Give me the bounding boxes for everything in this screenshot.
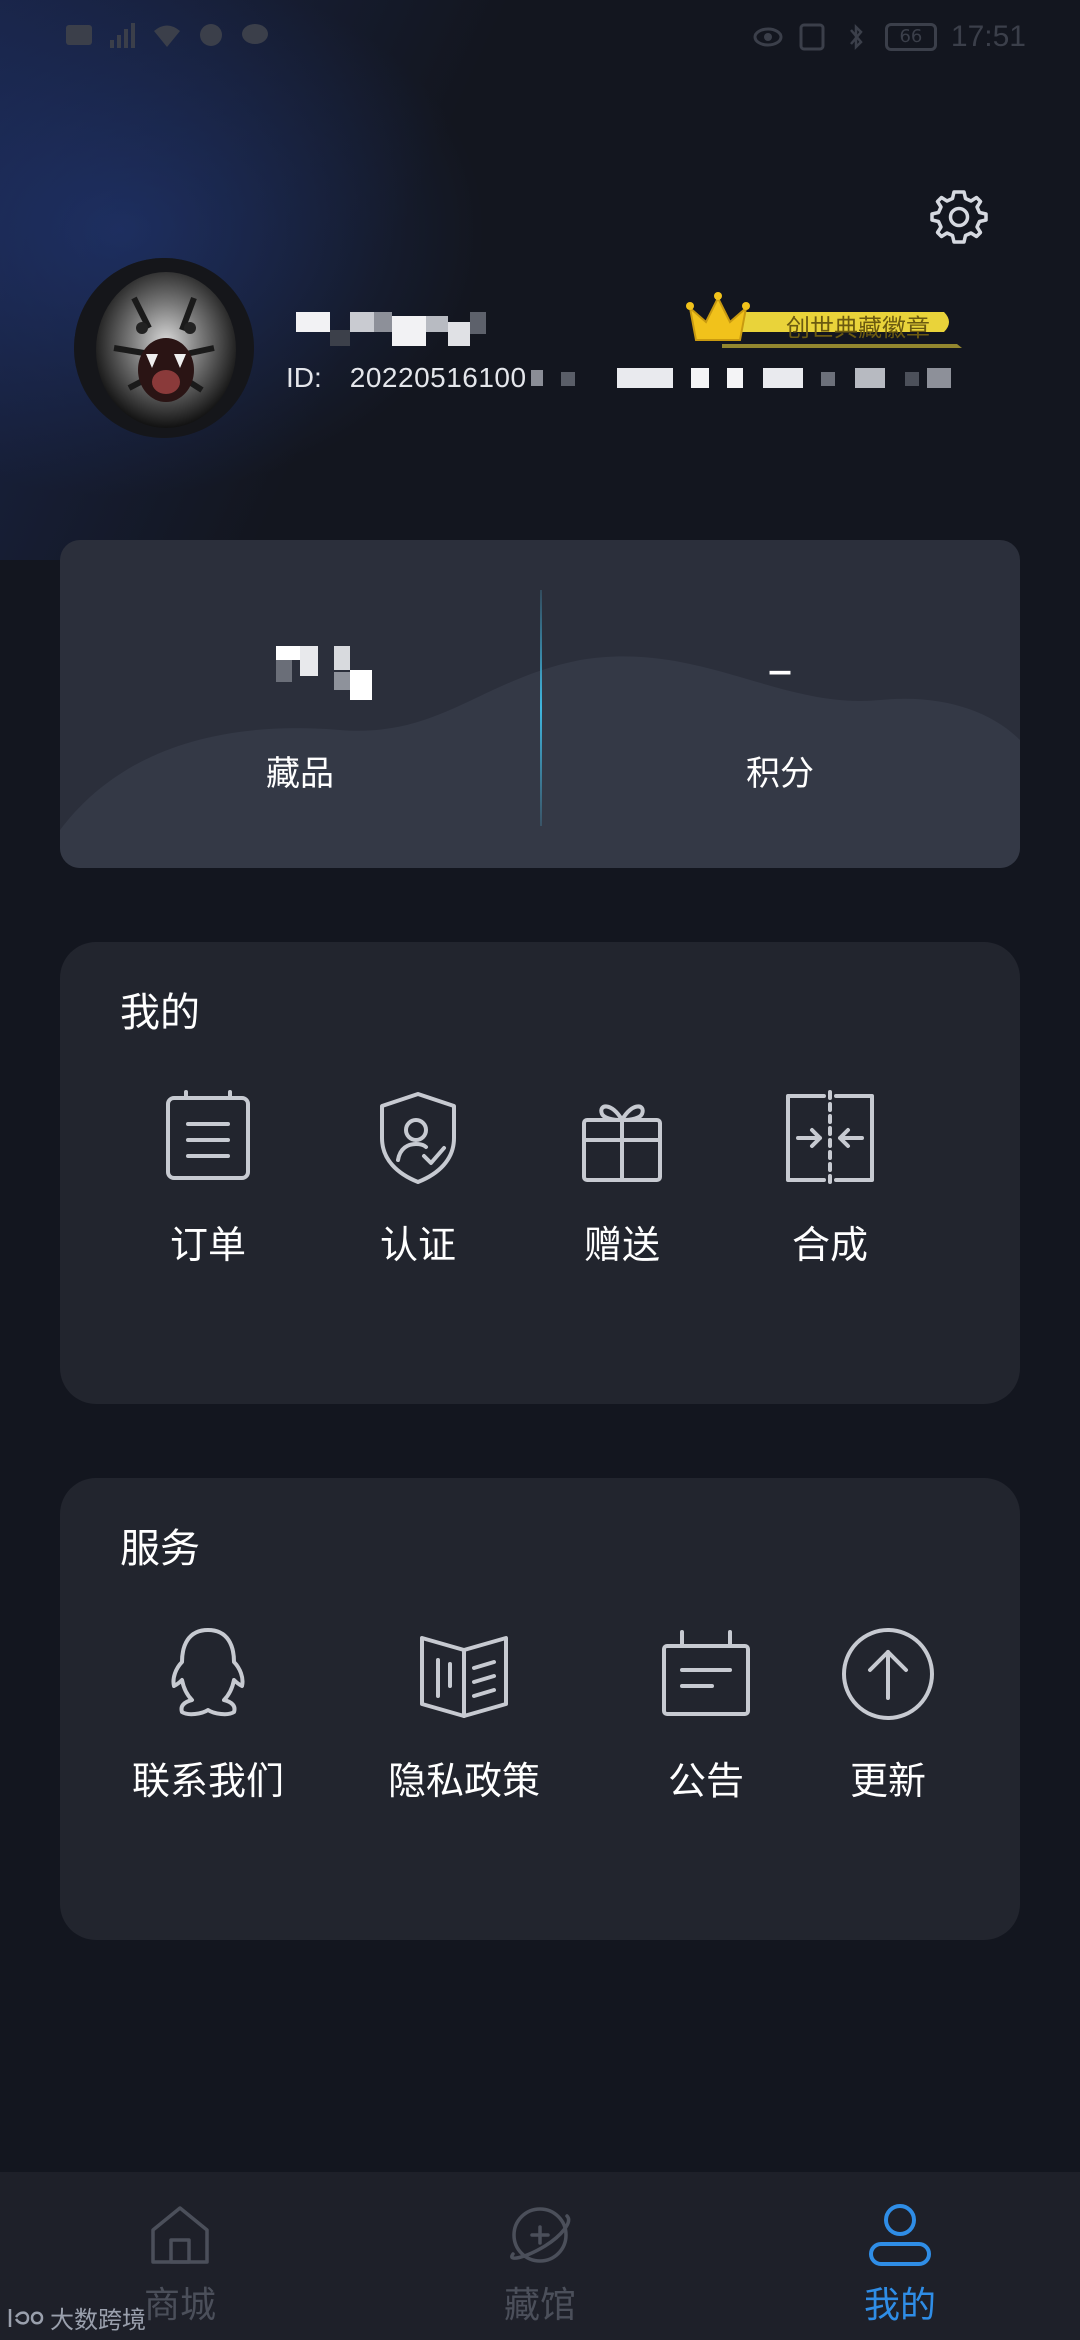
home-icon bbox=[151, 2206, 209, 2264]
id-redacted bbox=[530, 368, 951, 388]
collections-count-redacted bbox=[276, 646, 372, 700]
points-value: – bbox=[767, 640, 793, 700]
avatar[interactable] bbox=[74, 258, 254, 438]
tab-label: 藏馆 bbox=[503, 2285, 576, 2326]
username-redacted bbox=[296, 312, 486, 346]
mine-item-order[interactable]: 订单 bbox=[128, 1088, 288, 1269]
eye-icon bbox=[753, 27, 783, 47]
book-icon bbox=[420, 1636, 508, 1718]
mine-item-label: 赠送 bbox=[583, 1223, 660, 1267]
points-label: 积分 bbox=[746, 754, 814, 794]
tiger-avatar-image bbox=[74, 258, 254, 438]
clock: 17:51 bbox=[950, 20, 1026, 53]
mine-item-label: 合成 bbox=[791, 1223, 868, 1267]
user-icon bbox=[869, 2204, 931, 2266]
verify-icon bbox=[380, 1092, 456, 1184]
wifi-icon bbox=[154, 25, 180, 47]
mine-item-gift[interactable]: 赠送 bbox=[542, 1088, 702, 1269]
mine-section-title: 我的 bbox=[120, 990, 200, 1036]
notice-icon bbox=[662, 1630, 750, 1716]
mine-item-label: 认证 bbox=[379, 1223, 456, 1267]
mine-section: 我的 订单 认证 赠送 合成 bbox=[60, 942, 1020, 1404]
order-icon bbox=[166, 1090, 250, 1180]
service-item-privacy[interactable]: 隐私政策 bbox=[384, 1624, 544, 1805]
signal-icon bbox=[110, 23, 135, 48]
tab-label: 我的 bbox=[863, 2285, 936, 2326]
service-item-notice[interactable]: 公告 bbox=[626, 1624, 786, 1805]
watermark-text: 大数跨境 bbox=[50, 2306, 146, 2334]
battery-indicator: 66 bbox=[884, 23, 937, 51]
collections-label: 藏品 bbox=[266, 754, 334, 794]
bottom-tab-bar: 商城 藏馆 我的 bbox=[0, 2172, 1080, 2340]
tab-gallery[interactable]: 藏馆 bbox=[440, 2200, 640, 2328]
services-section: 服务 联系我们 隐私政策 公告 更新 bbox=[60, 1478, 1020, 1940]
watermark-logo-icon bbox=[8, 2308, 44, 2327]
message-icon bbox=[242, 24, 268, 44]
hd-icon bbox=[66, 25, 92, 45]
notification-icon bbox=[200, 24, 222, 46]
merge-icon bbox=[786, 1090, 874, 1186]
mine-item-verify[interactable]: 认证 bbox=[338, 1088, 498, 1269]
badge-label: 创世典藏徽章 bbox=[786, 314, 930, 342]
stat-points[interactable]: – 积分 bbox=[540, 540, 1020, 868]
service-item-label: 更新 bbox=[849, 1759, 926, 1803]
qq-icon bbox=[171, 1628, 245, 1717]
service-item-label: 隐私政策 bbox=[387, 1759, 540, 1803]
mine-item-merge[interactable]: 合成 bbox=[750, 1088, 910, 1269]
service-item-update[interactable]: 更新 bbox=[808, 1624, 968, 1805]
update-icon bbox=[842, 1628, 934, 1720]
planet-icon bbox=[510, 2207, 571, 2263]
service-item-label: 公告 bbox=[667, 1759, 744, 1803]
service-item-label: 联系我们 bbox=[131, 1759, 284, 1803]
service-item-contact[interactable]: 联系我们 bbox=[128, 1624, 288, 1805]
services-section-title: 服务 bbox=[120, 1526, 200, 1572]
bluetooth-icon bbox=[849, 23, 863, 51]
nfc-icon bbox=[799, 23, 825, 51]
stats-card: 藏品 – 积分 bbox=[60, 540, 1020, 868]
mine-item-label: 订单 bbox=[169, 1223, 246, 1267]
id-label: ID: bbox=[286, 362, 322, 393]
settings-gear-icon[interactable] bbox=[928, 186, 990, 248]
gift-icon bbox=[582, 1104, 662, 1182]
tab-mine[interactable]: 我的 bbox=[800, 2200, 1000, 2328]
id-value: 20220516100 bbox=[349, 362, 527, 393]
watermark: 大数跨境 bbox=[6, 2300, 146, 2335]
user-id-row: ID: 20220516100 bbox=[286, 358, 951, 398]
status-bar: 66 17:51 bbox=[0, 0, 1080, 72]
genesis-badge[interactable]: 创世典藏徽章 bbox=[682, 290, 962, 350]
